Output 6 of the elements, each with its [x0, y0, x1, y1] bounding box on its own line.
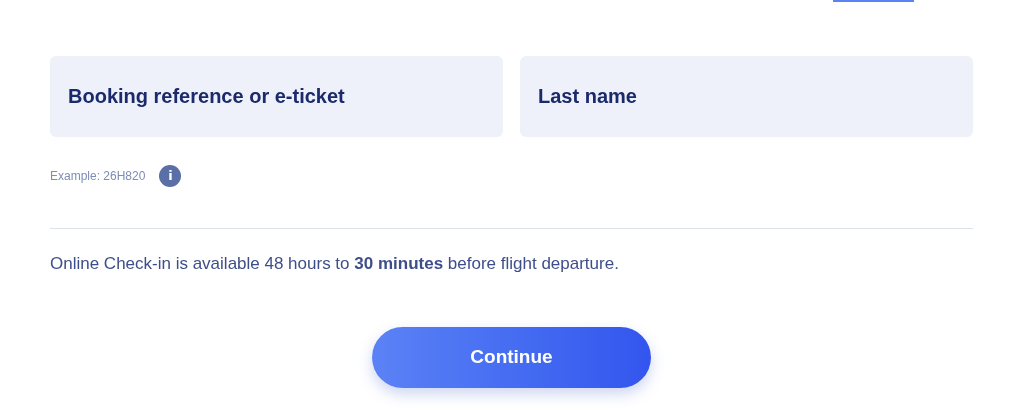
text-field[interactable]: Last name — [520, 56, 973, 137]
text-field[interactable]: Booking reference or e-ticket — [50, 56, 503, 137]
hint-text: Example: 26H820 — [50, 168, 146, 185]
continue-button[interactable]: Continue — [372, 326, 651, 388]
notice-text: Online Check-in is available 48 hours to 30 minutes before flight departure. — [50, 254, 619, 273]
info-icon[interactable]: i — [159, 165, 182, 187]
